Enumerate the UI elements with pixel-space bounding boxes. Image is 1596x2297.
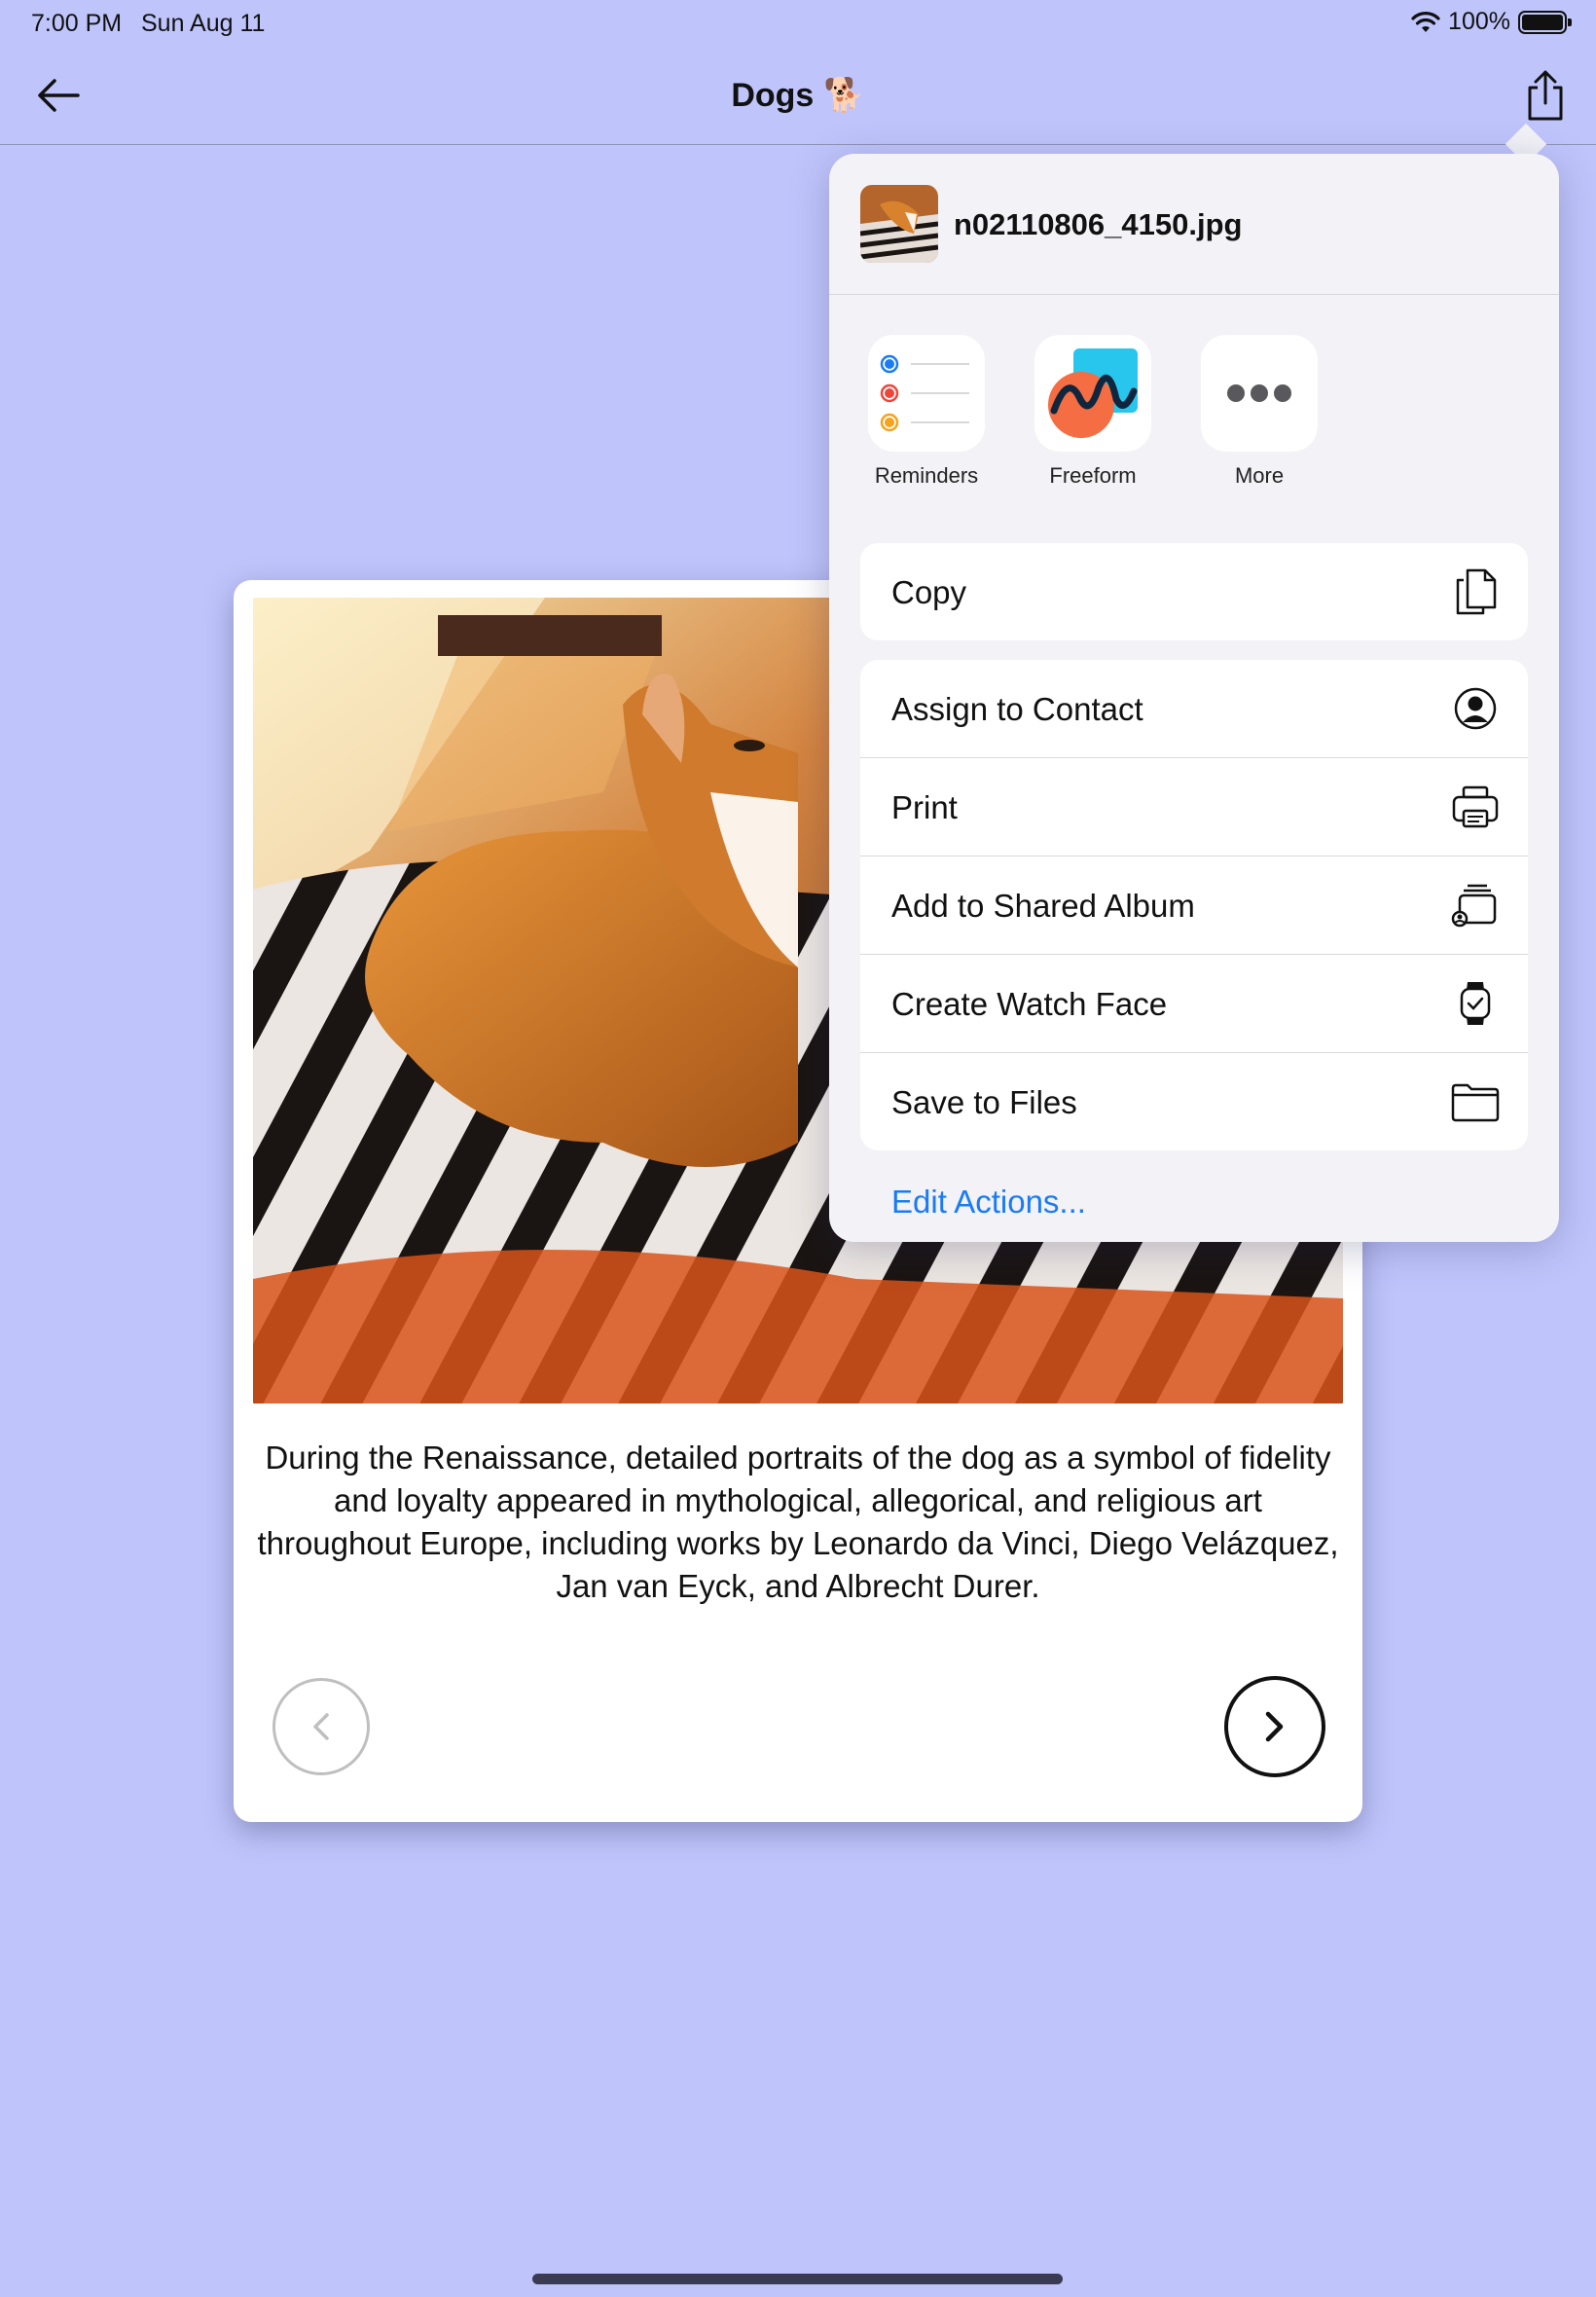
action-label: Assign to Contact <box>891 691 1143 727</box>
action-label: Create Watch Face <box>891 986 1168 1022</box>
app-row: Reminders Freeform More <box>829 335 1559 510</box>
chevron-right-icon <box>1265 1711 1284 1742</box>
more-icon <box>1201 335 1318 452</box>
file-thumbnail <box>860 185 938 263</box>
action-print[interactable]: Print <box>860 758 1528 857</box>
chevron-left-icon <box>313 1713 329 1740</box>
navigation-bar: Dogs 🐕 <box>0 47 1596 145</box>
action-label: Add to Shared Album <box>891 888 1195 924</box>
share-button[interactable] <box>1522 68 1569 123</box>
app-label: Freeform <box>1049 463 1137 488</box>
next-button[interactable] <box>1224 1676 1325 1777</box>
copy-icon <box>1456 568 1497 615</box>
actions-group: Assign to Contact Print Add to Shared Al… <box>860 660 1528 1150</box>
action-label: Copy <box>891 574 967 610</box>
action-assign-to-contact[interactable]: Assign to Contact <box>860 660 1528 758</box>
home-indicator[interactable] <box>532 2274 1063 2284</box>
copy-group: Copy <box>860 543 1528 640</box>
freeform-icon <box>1034 335 1151 452</box>
wifi-icon <box>1411 11 1440 32</box>
action-save-to-files[interactable]: Save to Files <box>860 1053 1528 1150</box>
app-label: Reminders <box>874 463 979 488</box>
app-reminders[interactable]: Reminders <box>844 335 1009 489</box>
battery-icon <box>1518 10 1572 34</box>
page-title-text: Dogs <box>731 77 815 114</box>
folder-icon <box>1451 1083 1500 1122</box>
file-name: n02110806_4150.jpg <box>954 207 1243 241</box>
share-sheet-header: n02110806_4150.jpg <box>829 154 1559 295</box>
status-time: 7:00 PM <box>31 10 123 37</box>
edit-actions-link[interactable]: Edit Actions... <box>891 1184 1086 1221</box>
action-label: Save to Files <box>891 1084 1077 1120</box>
status-date: Sun Aug 11 <box>141 10 266 37</box>
printer-icon <box>1452 785 1499 828</box>
dog-caption: During the Renaissance, detailed portrai… <box>257 1440 1339 1604</box>
shared-album-icon <box>1451 884 1497 928</box>
status-right: 100% <box>1411 8 1572 36</box>
dog-emoji: 🐕 <box>823 77 865 114</box>
person-circle-icon <box>1454 687 1497 730</box>
watch-icon <box>1460 982 1491 1025</box>
app-more[interactable]: More <box>1177 335 1342 489</box>
app-freeform[interactable]: Freeform <box>1010 335 1176 489</box>
share-icon <box>1528 70 1563 121</box>
action-add-to-shared-album[interactable]: Add to Shared Album <box>860 857 1528 955</box>
battery-percent: 100% <box>1448 8 1510 35</box>
share-sheet: n02110806_4150.jpg Reminders Freeform Mo… <box>829 154 1559 1242</box>
action-create-watch-face[interactable]: Create Watch Face <box>860 955 1528 1053</box>
action-label: Print <box>891 789 958 825</box>
previous-button[interactable] <box>272 1678 370 1775</box>
page-title: Dogs 🐕 <box>0 76 1596 115</box>
status-bar: 7:00 PM Sun Aug 11 100% <box>0 0 1596 47</box>
app-label: More <box>1234 463 1285 488</box>
reminders-icon <box>868 335 985 452</box>
action-copy[interactable]: Copy <box>860 543 1528 640</box>
